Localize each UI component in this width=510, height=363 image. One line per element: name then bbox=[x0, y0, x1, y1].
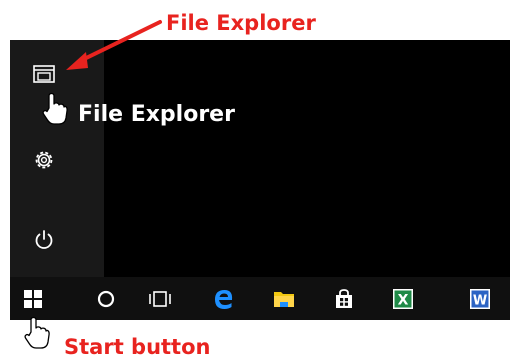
file-explorer-tooltip: File Explorer bbox=[78, 102, 235, 127]
power-icon bbox=[35, 230, 53, 249]
start-button[interactable] bbox=[19, 285, 47, 313]
excel-icon: X bbox=[393, 289, 413, 309]
taskbar bbox=[10, 277, 510, 320]
hand-pointer-icon bbox=[42, 92, 68, 125]
cortana-search-icon bbox=[97, 290, 115, 308]
settings-rail-button[interactable] bbox=[30, 146, 58, 174]
edge-button[interactable] bbox=[210, 285, 238, 313]
excel-button[interactable]: X bbox=[389, 285, 417, 313]
windows-start-icon bbox=[24, 290, 42, 308]
file-explorer-callout: File Explorer bbox=[166, 11, 316, 35]
word-button[interactable]: W bbox=[466, 285, 494, 313]
excel-letter: X bbox=[398, 293, 409, 309]
task-view-icon bbox=[149, 291, 171, 307]
store-icon bbox=[336, 289, 352, 308]
edge-browser-icon bbox=[215, 290, 233, 309]
cortana-button[interactable] bbox=[92, 285, 120, 313]
task-view-button[interactable] bbox=[146, 285, 174, 313]
gear-icon bbox=[35, 151, 53, 169]
start-button-callout: Start button bbox=[64, 335, 211, 359]
word-icon: W bbox=[470, 289, 490, 309]
file-explorer-taskbar-button[interactable] bbox=[270, 285, 298, 313]
file-explorer-rail-button[interactable] bbox=[30, 60, 58, 88]
file-explorer-icon bbox=[274, 292, 294, 307]
folder-icon bbox=[33, 65, 55, 83]
word-letter: W bbox=[473, 294, 487, 309]
store-button[interactable] bbox=[330, 285, 358, 313]
power-rail-button[interactable] bbox=[30, 226, 58, 254]
hand-pointer-icon bbox=[24, 316, 50, 349]
